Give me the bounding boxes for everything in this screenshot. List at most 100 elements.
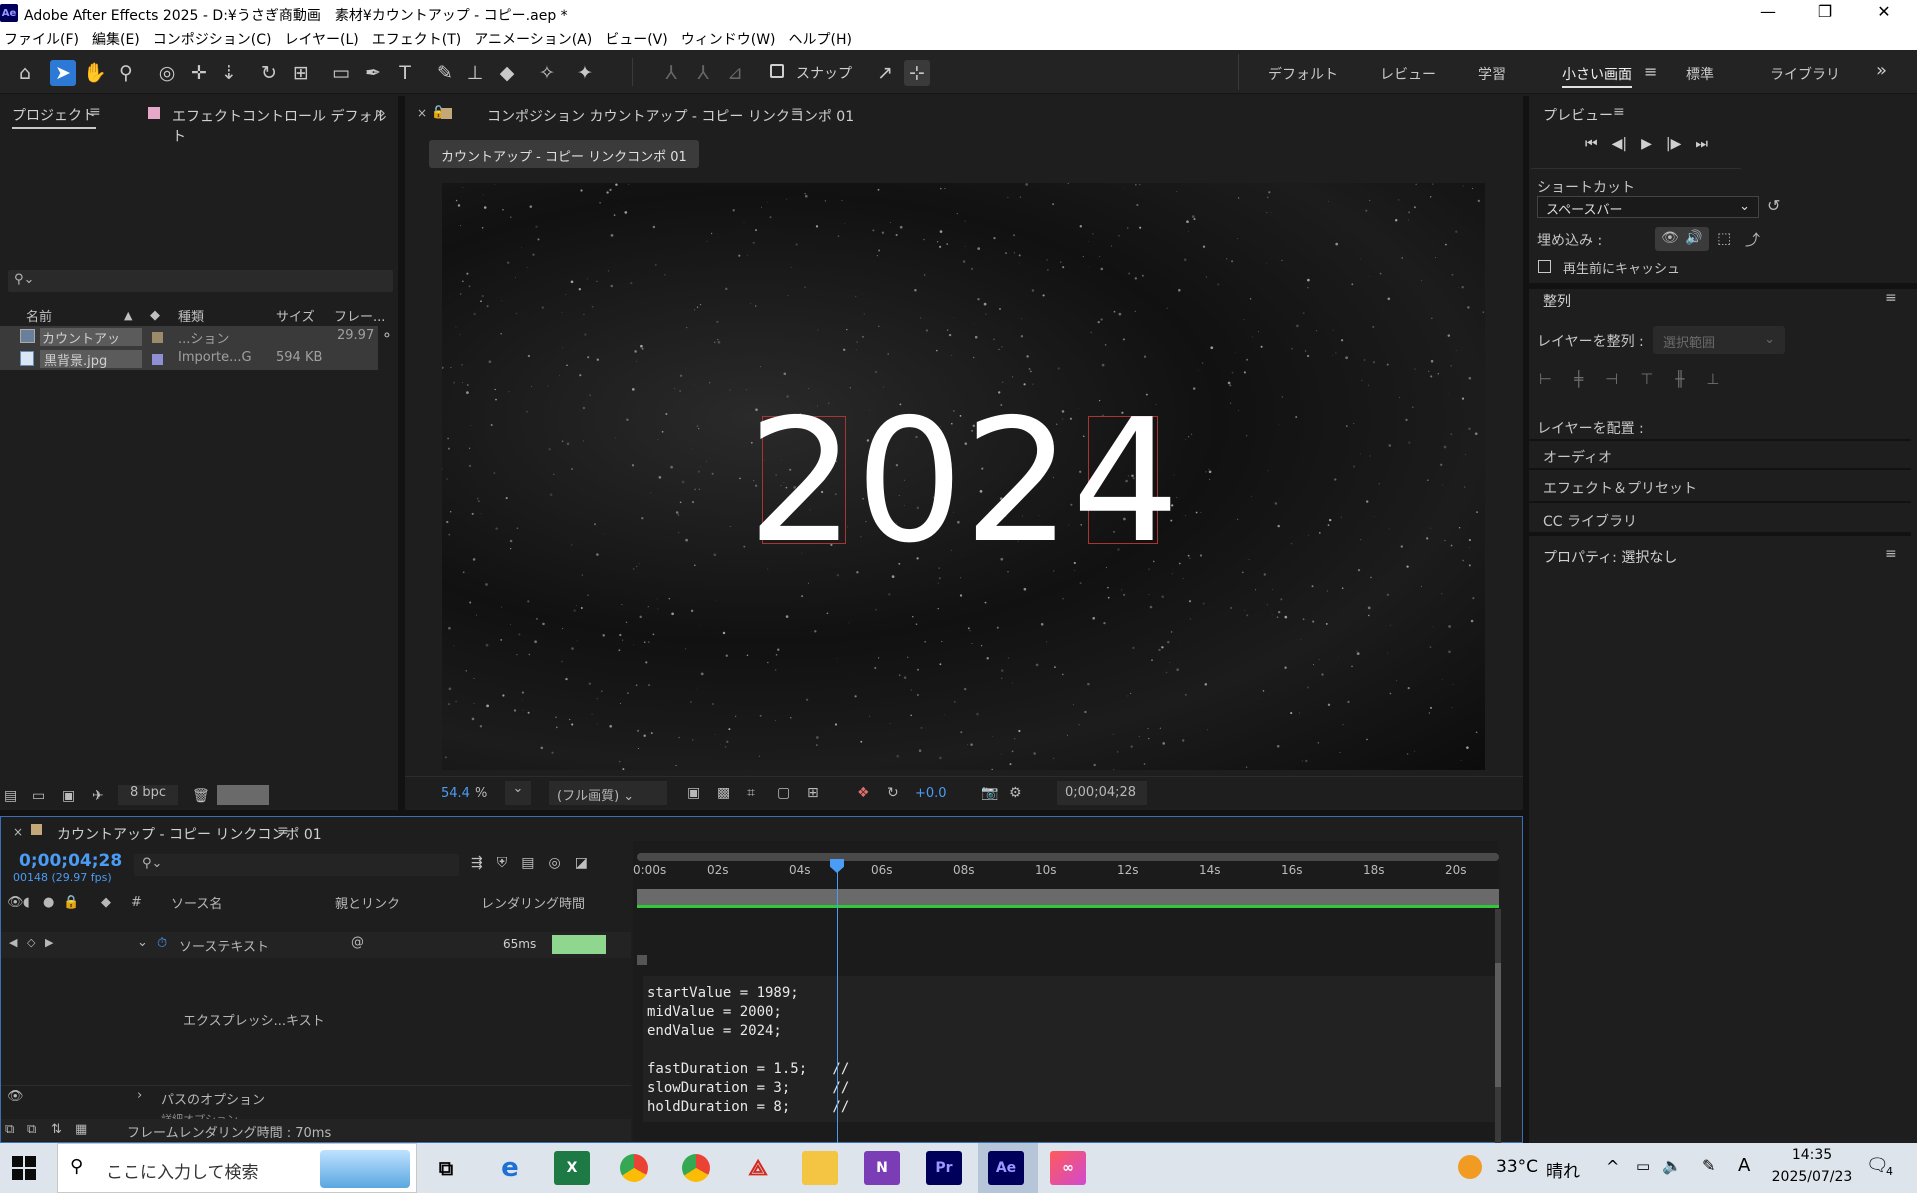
eraser-tool-icon[interactable]: ◆ bbox=[494, 60, 520, 86]
new-folder-icon[interactable]: ▭ bbox=[32, 788, 45, 804]
after-effects-taskbar-icon[interactable]: Ae bbox=[988, 1151, 1024, 1185]
timeline-graph[interactable]: 0:00s 02s 04s 06s 08s 10s 12s 14s 16s 18s 20s star… bbox=[633, 841, 1501, 1154]
motion-blur-icon[interactable]: ◪ bbox=[575, 855, 588, 871]
task-view-icon[interactable]: ⧉ bbox=[428, 1151, 464, 1185]
next-frame-icon[interactable]: |▶ bbox=[1666, 136, 1681, 152]
video-switch-icon[interactable]: 👁 bbox=[7, 895, 24, 910]
column-render-time[interactable]: レンダリング時間 bbox=[481, 893, 585, 912]
layer-property-row[interactable]: ◀ ◇ ▶ ⌄ ⏱ ソーステキスト @ 65ms bbox=[1, 932, 631, 958]
align-vertical-center-icon[interactable]: ╫ bbox=[1675, 370, 1684, 388]
selection-tool-icon[interactable]: ➤ bbox=[50, 60, 76, 86]
chrome-icon[interactable] bbox=[616, 1151, 652, 1185]
rotation-tool-icon[interactable]: ↻ bbox=[256, 60, 282, 86]
align-bottom-icon[interactable]: ⊥ bbox=[1706, 370, 1719, 388]
tab-project[interactable]: プロジェクト bbox=[12, 105, 96, 129]
anchor-point-tool-icon[interactable]: ⊞ bbox=[288, 60, 314, 86]
pickwhip-icon[interactable]: @ bbox=[351, 935, 364, 950]
premiere-pro-icon[interactable]: Pr bbox=[926, 1151, 962, 1185]
comp-mini-flowchart-icon[interactable]: ⇶ bbox=[471, 855, 483, 871]
transfer-controls-icon[interactable]: ⧉ bbox=[27, 1122, 36, 1137]
work-area-bar[interactable] bbox=[637, 853, 1499, 861]
menu-effect[interactable]: エフェクト(T) bbox=[372, 29, 461, 49]
excel-icon[interactable]: X bbox=[554, 1151, 590, 1185]
pan-camera-icon[interactable]: ✛ bbox=[186, 60, 212, 86]
chevron-right-icon[interactable]: › bbox=[137, 1088, 142, 1103]
menu-window[interactable]: ウィンドウ(W) bbox=[681, 29, 776, 49]
volume-icon[interactable]: 🔈 bbox=[1662, 1156, 1682, 1175]
timeline-scrollbar[interactable] bbox=[1495, 909, 1501, 1145]
pen-icon[interactable]: ✎ bbox=[1702, 1156, 1715, 1175]
acrobat-icon[interactable]: ⟁ bbox=[740, 1151, 776, 1185]
project-search-input[interactable]: ⚲⌄ bbox=[8, 270, 393, 292]
timeline-search-input[interactable]: ⚲⌄ bbox=[134, 854, 459, 876]
local-axis-icon[interactable]: ⅄ bbox=[658, 60, 684, 86]
preview-menu-icon[interactable]: ≡ bbox=[1613, 104, 1625, 120]
video-eye-icon[interactable]: 👁 bbox=[1661, 230, 1679, 246]
chrome-profile-icon[interactable] bbox=[678, 1151, 714, 1185]
region-of-interest-icon[interactable]: ▢ bbox=[777, 785, 790, 801]
menu-view[interactable]: ビュー(V) bbox=[605, 29, 668, 49]
weather-text[interactable]: 晴れ bbox=[1546, 1157, 1580, 1182]
workspace-tab-libraries[interactable]: ライブラリ bbox=[1770, 64, 1840, 84]
puppet-pin-tool-icon[interactable]: ✦ bbox=[572, 60, 598, 86]
align-left-icon[interactable]: ⊢ bbox=[1539, 370, 1552, 388]
time-ruler[interactable]: 0:00s 02s 04s 06s 08s 10s 12s 14s 16s 18s 20s bbox=[633, 863, 1499, 883]
mask-visibility-icon[interactable]: ⌗ bbox=[747, 785, 755, 801]
draft-3d-icon[interactable]: ⛨ bbox=[497, 855, 508, 871]
new-composition-icon[interactable]: ▣ bbox=[62, 788, 75, 804]
menu-layer[interactable]: レイヤー(L) bbox=[284, 29, 358, 49]
hand-tool-icon[interactable]: ✋ bbox=[82, 60, 108, 86]
solo-switch-icon[interactable]: ● bbox=[43, 895, 54, 910]
fast-previews-icon[interactable]: ▣ bbox=[687, 785, 700, 801]
properties-menu-icon[interactable]: ≡ bbox=[1885, 546, 1897, 562]
visibility-eye-icon[interactable]: 👁 bbox=[7, 1089, 24, 1104]
close-tab-icon[interactable]: × bbox=[417, 106, 427, 120]
weather-sun-icon[interactable] bbox=[1458, 1155, 1482, 1179]
expand-panels-icon[interactable]: » bbox=[376, 103, 386, 122]
file-explorer-icon[interactable] bbox=[802, 1151, 838, 1185]
column-name[interactable]: 名前 bbox=[26, 306, 52, 325]
expression-editor[interactable]: startValue = 1989; midValue = 2000; endV… bbox=[643, 976, 1495, 1122]
column-size[interactable]: サイズ bbox=[276, 306, 315, 325]
workspace-tab-review[interactable]: レビュー bbox=[1380, 64, 1436, 84]
brush-tool-icon[interactable]: ✎ bbox=[432, 60, 458, 86]
comp-menu-icon[interactable]: ≡ bbox=[791, 104, 803, 120]
previous-frame-icon[interactable]: ◀| bbox=[1612, 136, 1627, 152]
panel-divider[interactable] bbox=[398, 96, 405, 810]
zoom-dropdown-icon[interactable]: ⌄ bbox=[505, 781, 531, 805]
render-time-toggle-icon[interactable]: ▦ bbox=[75, 1122, 87, 1137]
project-item[interactable]: カウントアップ... ...ション 29.97 bbox=[0, 326, 378, 348]
snap-options-icon[interactable]: ↗ bbox=[872, 60, 898, 86]
overlay-icon[interactable]: ⬚ bbox=[1717, 229, 1731, 247]
battery-icon[interactable]: ▭ bbox=[1636, 1157, 1650, 1175]
rectangle-tool-icon[interactable]: ▭ bbox=[328, 60, 354, 86]
internet-explorer-icon[interactable]: e bbox=[492, 1151, 528, 1185]
previous-keyframe-icon[interactable]: ◀ bbox=[9, 936, 17, 949]
tab-effect-controls[interactable]: エフェクトコントロール デフォルト bbox=[172, 106, 398, 146]
reset-exposure-icon[interactable]: ↻ bbox=[887, 785, 899, 801]
column-frame[interactable]: フレー... bbox=[334, 306, 385, 325]
cache-checkbox[interactable] bbox=[1538, 260, 1551, 273]
effects-presets-section[interactable]: エフェクト＆プリセット bbox=[1529, 472, 1911, 503]
restore-button[interactable]: ❐ bbox=[1797, 2, 1853, 24]
column-type[interactable]: 種類 bbox=[178, 306, 204, 325]
windows-start-icon[interactable] bbox=[12, 1156, 36, 1180]
zoom-tool-icon[interactable]: ⚲ bbox=[113, 60, 139, 86]
interpret-footage-icon[interactable]: ▤ bbox=[4, 788, 17, 804]
add-keyframe-icon[interactable]: ◇ bbox=[27, 936, 35, 949]
workspace-tab-learn[interactable]: 学習 bbox=[1478, 64, 1506, 84]
orbit-camera-icon[interactable]: ◎ bbox=[154, 60, 180, 86]
menu-file[interactable]: ファイル(F) bbox=[4, 29, 79, 49]
path-options-row[interactable]: 👁 › パスのオプション bbox=[1, 1085, 631, 1108]
minimize-button[interactable]: — bbox=[1740, 2, 1796, 24]
export-icon[interactable]: ⤴ bbox=[1745, 229, 1760, 250]
clock-date[interactable]: 2025/07/23 bbox=[1766, 1169, 1858, 1185]
color-channels-icon[interactable]: ❖ bbox=[857, 785, 870, 801]
dolly-camera-icon[interactable]: ⇣ bbox=[216, 60, 242, 86]
creative-cloud-icon[interactable]: ∞ bbox=[1050, 1151, 1086, 1185]
close-button[interactable]: ✕ bbox=[1856, 2, 1912, 24]
shortcut-dropdown[interactable]: スペースバー ⌄ bbox=[1537, 196, 1759, 218]
reset-shortcut-icon[interactable]: ↺ bbox=[1767, 196, 1780, 215]
playhead[interactable] bbox=[830, 859, 844, 1145]
home-icon[interactable]: ⌂ bbox=[12, 60, 38, 86]
